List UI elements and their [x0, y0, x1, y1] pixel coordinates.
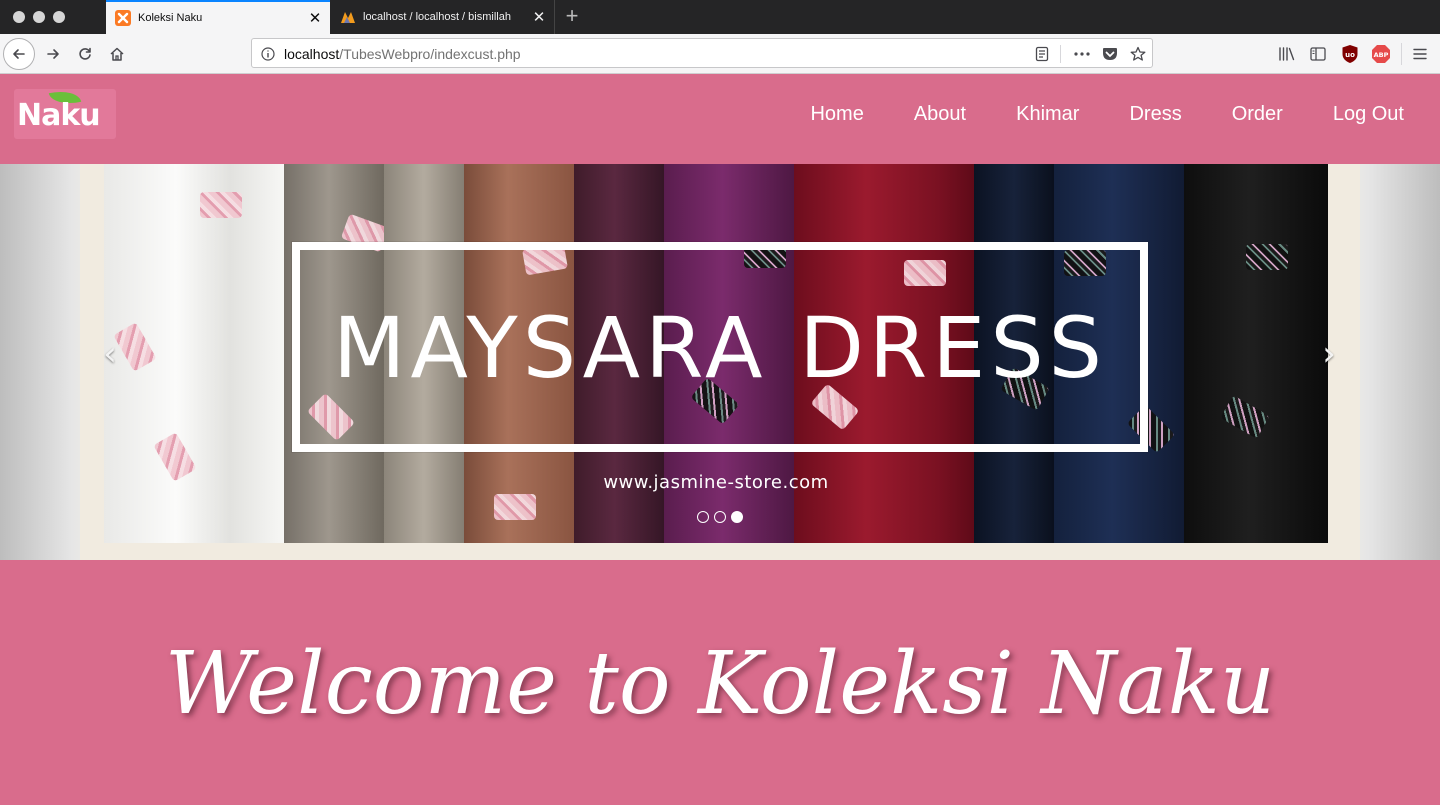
carousel-indicator-2[interactable] — [714, 511, 726, 523]
tab-title: Koleksi Naku — [138, 12, 203, 24]
site-logo[interactable]: Naku — [14, 87, 116, 139]
window-minimize-button[interactable] — [33, 11, 45, 23]
hamburger-menu-icon[interactable] — [1409, 43, 1431, 65]
adblock-plus-icon[interactable]: ABP — [1370, 43, 1392, 65]
reader-view-icon[interactable] — [1032, 44, 1052, 64]
ublock-origin-icon[interactable]: uo — [1339, 43, 1361, 65]
tab-koleksi-naku[interactable]: Koleksi Naku ✕ — [106, 0, 330, 34]
pocket-icon[interactable] — [1100, 44, 1120, 64]
logo-text: Naku — [17, 98, 101, 133]
url-text: localhost/TubesWebpro/indexcust.php — [284, 46, 521, 62]
library-icon[interactable] — [1276, 43, 1298, 65]
close-icon[interactable]: ✕ — [304, 11, 326, 26]
welcome-section: Welcome to Koleksi Naku — [0, 560, 1440, 805]
home-icon — [110, 47, 124, 61]
banner-title: MAYSARA DRESS — [333, 299, 1107, 397]
site-header: Naku Home About Khimar Dress Order Log O… — [0, 74, 1440, 164]
tab-phpmyadmin[interactable]: localhost / localhost / bismillah ✕ — [331, 0, 555, 34]
back-button[interactable] — [3, 38, 35, 70]
page-actions-icon[interactable] — [1072, 44, 1092, 64]
url-path: /TubesWebpro/indexcust.php — [339, 46, 521, 62]
phpmyadmin-icon — [340, 9, 356, 25]
nav-link-khimar[interactable]: Khimar — [1016, 101, 1079, 127]
bookmark-star-icon[interactable] — [1128, 44, 1148, 64]
arrow-right-icon — [47, 49, 59, 59]
nav-link-logout[interactable]: Log Out — [1333, 101, 1404, 127]
url-host: localhost — [284, 46, 340, 62]
window-zoom-button[interactable] — [53, 11, 65, 23]
home-button[interactable] — [101, 38, 133, 70]
close-icon[interactable]: ✕ — [528, 10, 550, 25]
arrow-left-icon — [13, 49, 25, 59]
reload-icon — [79, 47, 91, 60]
forward-button[interactable] — [37, 38, 69, 70]
browser-tab-bar: Koleksi Naku ✕ localhost / localhost / b… — [0, 0, 1440, 34]
sidebar-icon[interactable] — [1307, 43, 1329, 65]
browser-toolbar: localhost/TubesWebpro/indexcust.php uo A… — [0, 34, 1440, 74]
carousel-slide: MAYSARA DRESS www.jasmine-store.com — [104, 164, 1328, 543]
carousel-indicator-3[interactable] — [731, 511, 743, 523]
reload-button[interactable] — [69, 38, 101, 70]
nav-link-about[interactable]: About — [914, 101, 966, 127]
chevron-right-icon[interactable]: › — [1317, 336, 1341, 372]
chevron-left-icon[interactable]: ‹ — [98, 336, 122, 372]
welcome-heading: Welcome to Koleksi Naku — [164, 634, 1276, 734]
hero-carousel: MAYSARA DRESS www.jasmine-store.com ‹ › — [0, 164, 1440, 560]
url-bar[interactable]: localhost/TubesWebpro/indexcust.php — [251, 38, 1153, 68]
nav-link-dress[interactable]: Dress — [1129, 101, 1181, 127]
svg-text:ABP: ABP — [1374, 51, 1389, 59]
window-close-button[interactable] — [13, 11, 25, 23]
carousel-indicator-1[interactable] — [697, 511, 709, 523]
xampp-icon — [115, 10, 131, 26]
divider — [1401, 43, 1402, 65]
main-nav: Home About Khimar Dress Order Log Out — [810, 101, 1404, 127]
info-icon[interactable] — [258, 44, 278, 64]
carousel-indicators — [697, 511, 743, 523]
nav-link-order[interactable]: Order — [1232, 101, 1283, 127]
tab-title: localhost / localhost / bismillah — [363, 11, 511, 23]
svg-text:uo: uo — [1345, 51, 1355, 59]
nav-link-home[interactable]: Home — [810, 101, 863, 127]
banner-website: www.jasmine-store.com — [603, 472, 829, 493]
new-tab-button[interactable]: + — [562, 5, 582, 27]
divider — [1060, 45, 1061, 63]
